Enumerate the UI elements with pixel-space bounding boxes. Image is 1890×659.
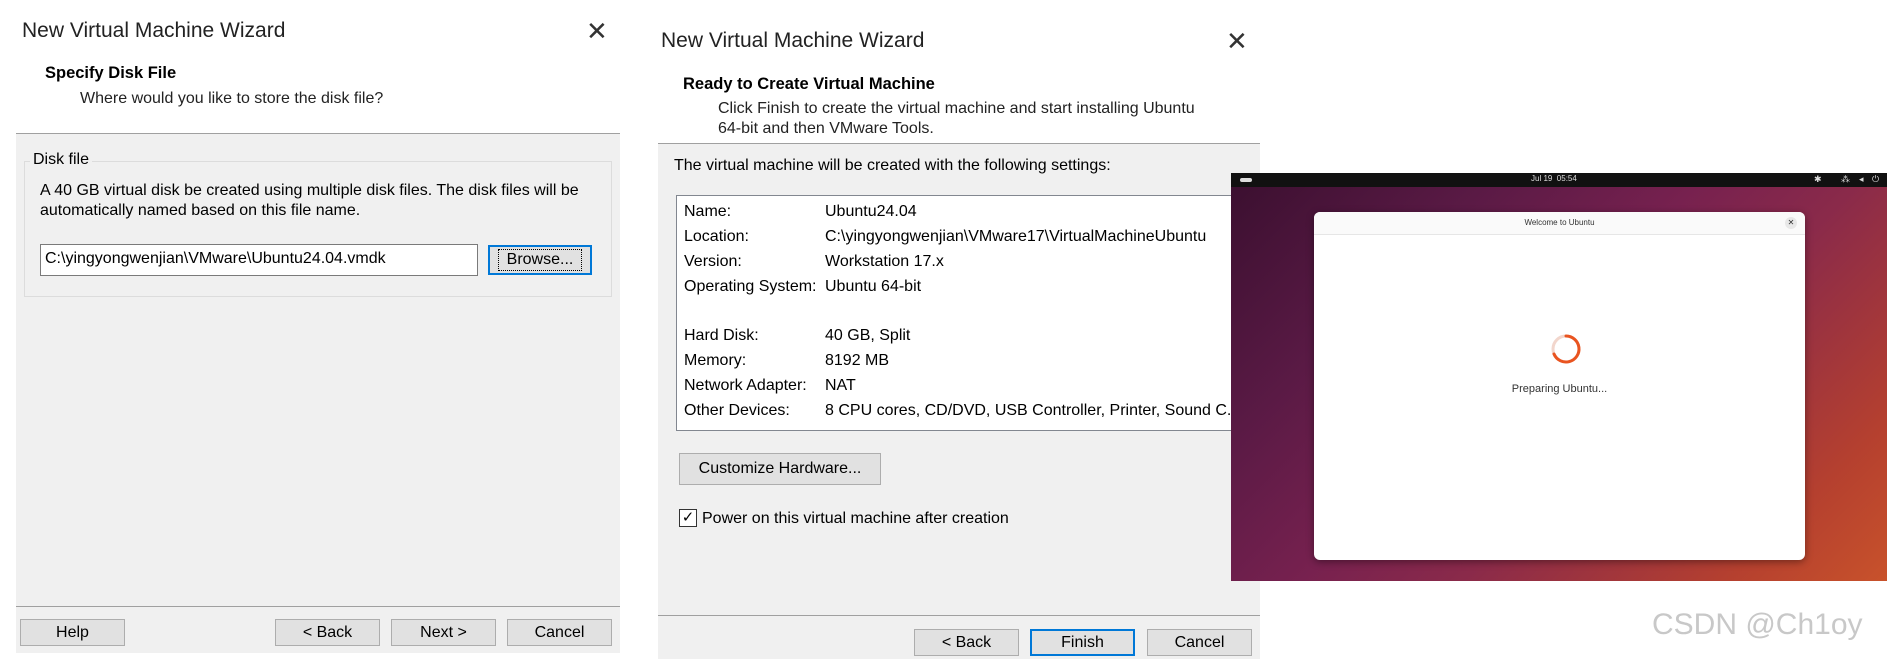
setting-value: NAT	[825, 377, 856, 394]
disk-path-input[interactable]: C:\yingyongwenjian\VMware\Ubuntu24.04.vm…	[40, 244, 478, 276]
dialog-body: Disk file A 40 GB virtual disk be create…	[16, 133, 620, 653]
disk-path-value: C:\yingyongwenjian\VMware\Ubuntu24.04.vm…	[45, 250, 386, 267]
close-icon[interactable]: ✕	[1226, 28, 1248, 54]
wizard-specify-disk-dialog: New Virtual Machine Wizard ✕ Specify Dis…	[0, 0, 640, 659]
close-icon[interactable]: ✕	[586, 18, 608, 44]
setting-value: 8192 MB	[825, 352, 890, 369]
window-title: Welcome to Ubuntu	[1524, 218, 1595, 227]
setting-value: Ubuntu 64-bit	[825, 278, 922, 295]
back-button[interactable]: < Back	[275, 619, 380, 646]
accessibility-icon[interactable]: ✱	[1814, 174, 1822, 185]
next-button[interactable]: Next >	[391, 619, 496, 646]
volume-icon[interactable]: ◂	[1859, 174, 1864, 185]
setting-value: 8 CPU cores, CD/DVD, USB Controller, Pri…	[825, 402, 1241, 419]
section-subtitle: Where would you like to store the disk f…	[80, 90, 384, 107]
description-line-1: A 40 GB virtual disk be created using mu…	[40, 182, 579, 199]
customize-hardware-button[interactable]: Customize Hardware...	[679, 453, 881, 485]
setting-value: C:\yingyongwenjian\VMware17\VirtualMachi…	[825, 228, 1207, 245]
setting-key: Version:	[684, 253, 742, 270]
power-icon[interactable]: ⏻	[1872, 174, 1879, 185]
setting-key: Hard Disk:	[684, 327, 759, 344]
setting-key: Name:	[684, 203, 732, 220]
cancel-button[interactable]: Cancel	[1147, 629, 1252, 656]
setting-value: 40 GB, Split	[825, 327, 911, 344]
dialog-body: The virtual machine will be created with…	[658, 143, 1266, 659]
preparing-status: Preparing Ubuntu...	[1511, 383, 1608, 395]
finish-button[interactable]: Finish	[1030, 629, 1135, 656]
description-line-2: automatically named based on this file n…	[40, 202, 361, 219]
help-button[interactable]: Help	[20, 619, 125, 646]
ubuntu-topbar: Jul 19 05:54 ✱ ⁂ ◂ ⏻	[1231, 173, 1887, 187]
welcome-window: Welcome to Ubuntu ✕ Preparing Ubuntu...	[1314, 212, 1805, 560]
close-icon[interactable]: ✕	[1785, 217, 1797, 229]
setting-value: Ubuntu24.04	[825, 203, 917, 220]
cancel-button[interactable]: Cancel	[507, 619, 612, 646]
watermark: CSDN @Ch1oy	[1652, 608, 1863, 641]
section-subtitle-line-2: 64-bit and then VMware Tools.	[718, 120, 934, 137]
section-title: Ready to Create Virtual Machine	[683, 75, 935, 93]
network-icon[interactable]: ⁂	[1841, 174, 1850, 185]
browse-button[interactable]: Browse...	[488, 245, 592, 275]
settings-list: Name: Ubuntu24.04 Location: C:\yingyongw…	[676, 195, 1266, 431]
wizard-ready-dialog: New Virtual Machine Wizard ✕ Ready to Cr…	[655, 0, 1266, 659]
section-title: Specify Disk File	[45, 64, 177, 82]
setting-key: Network Adapter:	[684, 377, 807, 394]
setting-key: Other Devices:	[684, 402, 790, 419]
power-on-checkbox[interactable]: ✓	[679, 509, 697, 527]
topbar-clock[interactable]: Jul 19 05:54	[1531, 174, 1577, 183]
back-button[interactable]: < Back	[914, 629, 1019, 656]
dialog-title: New Virtual Machine Wizard	[22, 19, 286, 42]
setting-value: Workstation 17.x	[825, 253, 944, 270]
ubuntu-installer-screenshot: Jul 19 05:54 ✱ ⁂ ◂ ⏻ Welcome to Ubuntu ✕…	[1231, 173, 1887, 581]
activities-indicator[interactable]	[1240, 178, 1252, 182]
power-on-label[interactable]: Power on this virtual machine after crea…	[702, 510, 1009, 528]
section-subtitle-line-1: Click Finish to create the virtual machi…	[718, 100, 1195, 117]
disk-file-group-label: Disk file	[30, 151, 93, 169]
loading-spinner-icon	[1551, 334, 1581, 364]
setting-key: Location:	[684, 228, 749, 245]
setting-key: Operating System:	[684, 278, 817, 295]
dialog-title: New Virtual Machine Wizard	[661, 29, 925, 52]
settings-intro: The virtual machine will be created with…	[674, 157, 1111, 174]
setting-key: Memory:	[684, 352, 747, 369]
